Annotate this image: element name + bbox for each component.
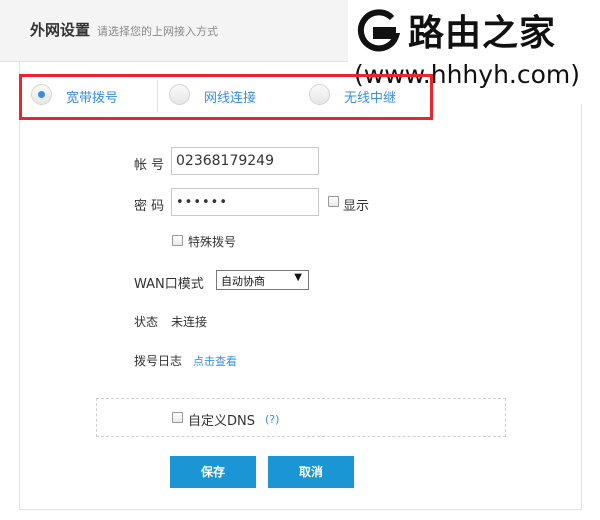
connection-type-tabs: 宽带拨号 网线连接 无线中继 bbox=[19, 74, 433, 116]
status-value: 未连接 bbox=[171, 315, 208, 329]
show-password-checkbox[interactable] bbox=[328, 196, 339, 207]
password-label: 密 码 bbox=[134, 199, 165, 214]
dial-log-link[interactable]: 点击查看 bbox=[193, 353, 237, 369]
wan-mode-label: WAN口模式 bbox=[134, 277, 204, 292]
tab-label-broadband-dial: 宽带拨号 bbox=[66, 91, 119, 106]
show-password-label: 显示 bbox=[343, 199, 370, 214]
save-button[interactable]: 保存 bbox=[170, 456, 256, 488]
cancel-button[interactable]: 取消 bbox=[268, 456, 354, 488]
page-title: 外网设置 bbox=[30, 21, 91, 39]
custom-dns-section bbox=[96, 398, 506, 437]
wan-mode-value: 自动协商 bbox=[221, 275, 265, 288]
dns-help-link[interactable]: (?) bbox=[265, 413, 279, 426]
tab-wireless-repeater[interactable]: 无线中继 bbox=[297, 74, 433, 116]
account-input[interactable] bbox=[171, 147, 319, 175]
custom-dns-checkbox[interactable] bbox=[172, 412, 183, 423]
special-dial-checkbox[interactable] bbox=[172, 235, 183, 246]
dropdown-arrow-icon: ▼ bbox=[294, 272, 302, 283]
watermark-logo-icon bbox=[357, 9, 401, 52]
dial-log-label: 拨号日志 bbox=[134, 354, 183, 368]
radio-wireless-repeater[interactable] bbox=[309, 84, 330, 105]
tab-label-wired-connection: 网线连接 bbox=[204, 91, 257, 106]
radio-wired-connection[interactable] bbox=[169, 84, 190, 105]
password-input[interactable] bbox=[171, 188, 319, 216]
radio-broadband-dial[interactable] bbox=[31, 84, 52, 105]
tab-wired-connection[interactable]: 网线连接 bbox=[157, 74, 297, 116]
account-label: 帐 号 bbox=[134, 158, 165, 173]
tab-label-wireless-repeater: 无线中继 bbox=[344, 91, 397, 106]
status-label: 状态 bbox=[134, 315, 159, 329]
page-subtitle: 请选择您的上网接入方式 bbox=[97, 25, 218, 38]
watermark-title: 路由之家 bbox=[408, 13, 557, 54]
tab-broadband-dial[interactable]: 宽带拨号 bbox=[19, 74, 157, 116]
custom-dns-label: 自定义DNS bbox=[188, 414, 255, 429]
special-dial-label: 特殊拨号 bbox=[188, 235, 237, 249]
wan-mode-select[interactable]: 自动协商 ▼ bbox=[216, 270, 309, 290]
